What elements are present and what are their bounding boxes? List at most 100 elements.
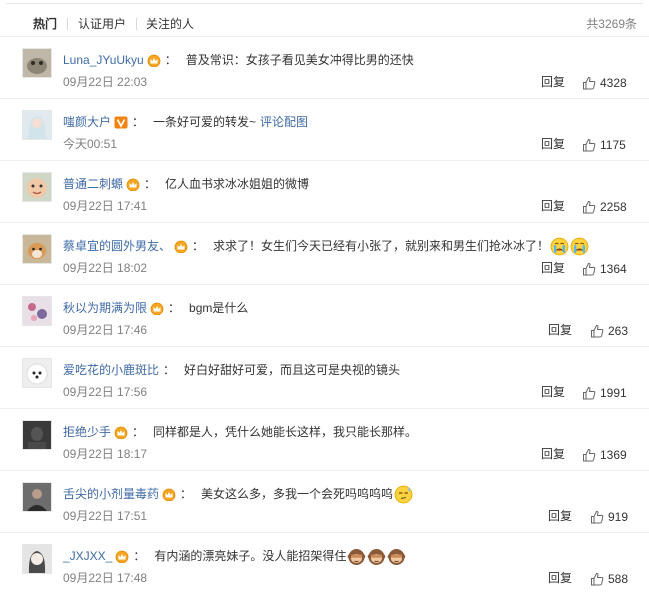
colon-separator: ： [132,115,145,129]
comment-text: 美女这么多，多我一个会死吗呜呜呜 [201,487,394,501]
like-button[interactable]: 263 [590,322,628,340]
crown-badge [126,178,140,191]
avatar-flowers[interactable] [22,296,52,326]
reply-button[interactable]: 回复 [541,384,565,400]
colon-separator: ： [164,53,177,67]
reply-button[interactable]: 回复 [541,136,565,152]
thumbs-up-icon [590,572,604,586]
comment-line: Luna_JYuUkyu ： 普及常识：女孩子看见美女冲得比男的还快 [63,51,414,69]
crown-badge [174,240,188,253]
username-link[interactable]: 秋以为期满为限 [63,299,147,317]
thumbs-up-icon [582,262,596,276]
comment-line: 蔡卓宜的圆外男友、 ： 求求了！女生们今天已经有小张了，就别来和男生们抢冰冰了！ [63,237,589,255]
like-count: 919 [608,510,629,524]
tab-verified-users[interactable]: 认证用户 [78,16,126,32]
like-button[interactable]: 919 [590,508,628,526]
monkey-face-emoji-icon [387,547,406,566]
comment-time: 09月22日 17:41 [63,199,148,213]
like-count: 2258 [600,200,627,214]
username-link[interactable]: 爱吃花的小鹿斑比 [63,361,159,379]
reply-button[interactable]: 回复 [541,74,565,90]
comment-line: _JXJXX_ ： 有内涵的漂亮妹子。没人能招架得住 [63,547,406,565]
comment-line: 普通二刺螈 ： 亿人血书求冰冰姐姐的微博 [63,175,309,193]
avatar-baby[interactable] [22,172,52,202]
like-button[interactable]: 588 [590,570,628,588]
view-image-link[interactable]: 评论配图 [260,113,308,131]
tab-divider [136,18,137,30]
avatar-dark[interactable] [22,420,52,450]
avatar-poodle[interactable] [22,358,52,388]
comment-time: 09月22日 17:56 [63,385,148,399]
thumbs-up-icon [582,138,596,152]
comment-text: 有内涵的漂亮妹子。没人能招架得住 [154,549,347,563]
comment-row: 嗤颜大户 ： 一条好可爱的转发~ 评论配图 今天00:51 回复 1175 [0,98,649,160]
crown-badge [162,488,176,501]
avatar-dog[interactable] [22,234,52,264]
colon-separator: ： [192,239,205,253]
like-button[interactable]: 4328 [582,74,627,92]
username-link[interactable]: _JXJXX_ [63,547,112,565]
username-link[interactable]: 蔡卓宜的圆外男友、 [63,237,171,255]
comment-line: 拒绝少手 ： 同样都是人，凭什么她能长这样，我只能长那样。 [63,423,417,441]
tab-following[interactable]: 关注的人 [146,16,194,32]
like-button[interactable]: 1991 [582,384,627,402]
comment-text: 同样都是人，凭什么她能长这样，我只能长那样。 [153,425,418,439]
like-count: 1991 [600,386,627,400]
username-link[interactable]: Luna_JYuUkyu [63,51,144,69]
avatar-girl[interactable] [22,110,52,140]
comment-line: 秋以为期满为限 ： bgm是什么 [63,299,248,317]
comment-text: 普及常识：女孩子看见美女冲得比男的还快 [185,53,414,67]
username-link[interactable]: 拒绝少手 [63,423,111,441]
avatar-anime[interactable] [22,544,52,574]
reply-button[interactable]: 回复 [548,508,572,524]
like-count: 1364 [600,262,627,276]
reply-button[interactable]: 回复 [541,260,565,276]
comment-text: bgm是什么 [189,301,249,315]
tab-divider [67,18,68,30]
reply-button[interactable]: 回复 [548,570,572,586]
comment-time: 09月22日 18:02 [63,261,148,275]
tab-hot[interactable]: 热门 [33,16,57,32]
comment-time: 09月22日 17:51 [63,509,148,523]
username-link[interactable]: 普通二刺螈 [63,175,123,193]
comment-list: Luna_JYuUkyu ： 普及常识：女孩子看见美女冲得比男的还快 09月22日 2… [0,36,649,594]
comment-row: Luna_JYuUkyu ： 普及常识：女孩子看见美女冲得比男的还快 09月22日 2… [0,36,649,98]
like-count: 1369 [600,448,627,462]
reply-button[interactable]: 回复 [541,446,565,462]
crying-face-emoji-icon [570,237,589,256]
colon-separator: ： [168,301,181,315]
like-count: 4328 [600,76,627,90]
colon-separator: ： [133,549,146,563]
like-button[interactable]: 1369 [582,446,627,464]
top-divider [6,3,643,4]
reply-button[interactable]: 回复 [541,198,565,214]
crying-face-emoji-icon [550,237,569,256]
like-count: 588 [608,572,629,586]
like-button[interactable]: 1364 [582,260,627,278]
thumbs-up-icon [582,448,596,462]
sweat-face-emoji-icon [394,485,413,504]
crown-badge [114,426,128,439]
comment-time: 09月22日 18:17 [63,447,148,461]
colon-separator: ： [144,177,157,191]
comment-line: 爱吃花的小鹿斑比 ： 好白好甜好可爱，而且这可是央视的镜头 [63,361,400,379]
comment-total-count: 共3269条 [586,17,637,31]
avatar-cat[interactable] [22,48,52,78]
monkey-face-emoji-icon [347,547,366,566]
like-count: 1175 [600,138,626,152]
like-button[interactable]: 2258 [582,198,627,216]
comment-row: _JXJXX_ ： 有内涵的漂亮妹子。没人能招架得住 09月22日 17:48 回复 58… [0,532,649,594]
comment-time: 今天00:51 [63,137,118,151]
comment-row: 秋以为期满为限 ： bgm是什么 09月22日 17:46 回复 263 [0,284,649,346]
username-link[interactable]: 舌尖的小剂量毒药 [63,485,159,503]
thumbs-up-icon [590,324,604,338]
vip-v-badge [114,116,128,129]
like-button[interactable]: 1175 [582,136,626,154]
username-link[interactable]: 嗤颜大户 [63,113,111,131]
comment-time: 09月22日 17:48 [63,571,148,585]
reply-button[interactable]: 回复 [548,322,572,338]
colon-separator: ： [180,487,193,501]
crown-badge [150,302,164,315]
comment-time: 09月22日 22:03 [63,75,148,89]
avatar-person[interactable] [22,482,52,512]
